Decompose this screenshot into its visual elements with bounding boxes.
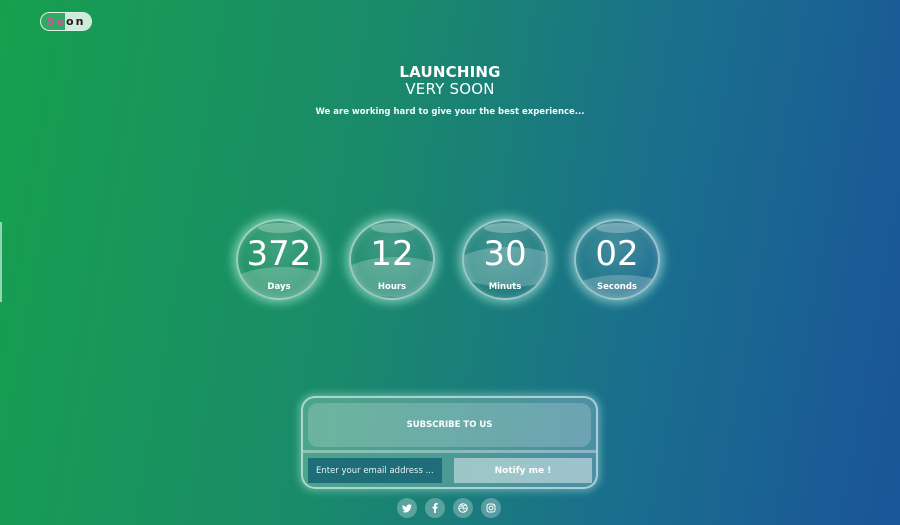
countdown-minutes: 30 Minuts (462, 219, 548, 300)
countdown-seconds-value: 02 (595, 234, 639, 274)
twitter-link[interactable] (397, 498, 417, 518)
countdown-seconds-label: Seconds (597, 282, 637, 292)
instagram-link[interactable] (481, 498, 501, 518)
twitter-icon (402, 503, 412, 512)
gloss-decoration (371, 223, 415, 233)
countdown-hours-value: 12 (370, 234, 414, 274)
dribbble-link[interactable] (453, 498, 473, 518)
countdown-days: 372 Days (236, 219, 322, 300)
countdown-days-label: Days (267, 282, 291, 292)
logo[interactable]: Soon (40, 12, 92, 31)
hero: LAUNCHING VERY SOON We are working hard … (0, 63, 900, 118)
countdown: 372 Days 12 Hours 30 Minuts 02 Seconds (236, 219, 666, 303)
subscribe-heading: SUBSCRIBE TO US (308, 403, 591, 447)
countdown-days-value: 372 (246, 234, 312, 274)
countdown-minutes-value: 30 (483, 234, 527, 274)
page-subtitle: VERY SOON (405, 80, 495, 98)
subscribe-divider (303, 450, 596, 453)
countdown-seconds: 02 Seconds (574, 219, 660, 300)
logo-text: Soon (46, 15, 86, 28)
facebook-icon (432, 503, 438, 513)
social-links (397, 498, 503, 518)
notify-button[interactable]: Notify me ! (454, 458, 592, 483)
countdown-hours: 12 Hours (349, 219, 435, 300)
countdown-minutes-label: Minuts (488, 282, 522, 292)
facebook-link[interactable] (425, 498, 445, 518)
edge-divider (0, 222, 2, 302)
gloss-decoration (258, 223, 302, 233)
tagline: We are working hard to give your the bes… (315, 107, 585, 117)
countdown-hours-label: Hours (377, 282, 407, 292)
subscribe-panel: SUBSCRIBE TO US Notify me ! (301, 396, 598, 489)
dribbble-icon (458, 503, 468, 513)
gloss-decoration (596, 223, 640, 233)
instagram-icon (486, 503, 496, 513)
page-title: LAUNCHING (399, 63, 501, 81)
email-field[interactable] (308, 458, 442, 483)
gloss-decoration (484, 223, 528, 233)
